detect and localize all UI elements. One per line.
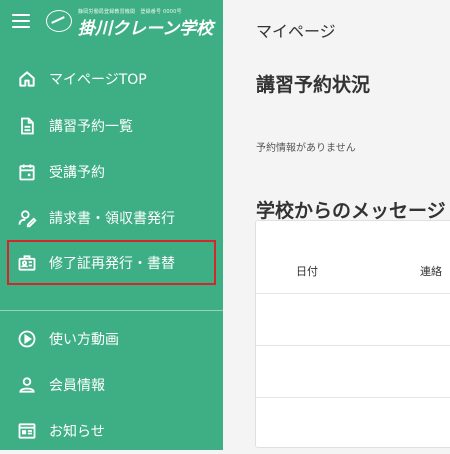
person-edit-icon — [18, 210, 37, 228]
sidebar-item-course-booking[interactable]: 受講予約 — [0, 149, 223, 195]
brand-header: 静岡労働局登録教習機関 登録番号 0000号 掛川クレーン学校 — [0, 0, 223, 46]
news-icon — [18, 423, 36, 439]
sidebar-item-label: 会員情報 — [49, 378, 105, 394]
sidebar-item-reservation-list[interactable]: 講習予約一覧 — [0, 103, 223, 149]
sidebar: 静岡労働局登録教習機関 登録番号 0000号 掛川クレーン学校 マイページTOP… — [0, 0, 223, 450]
sidebar-item-label: お知らせ — [49, 424, 105, 440]
empty-reservation-message: 予約情報がありません — [256, 143, 356, 154]
sidebar-item-label: マイページTOP — [49, 72, 147, 88]
school-logo-icon — [46, 10, 72, 32]
sidebar-item-invoice-receipt[interactable]: 請求書・領収書発行 — [0, 195, 223, 241]
person-icon — [19, 377, 35, 393]
sidebar-item-label: 講習予約一覧 — [49, 119, 133, 135]
main-content: マイページ 講習予約状況 予約情報がありません 学校からのメッセージ 日付 連絡 — [223, 0, 450, 450]
table-divider — [256, 345, 450, 346]
brand-name[interactable]: 掛川クレーン学校 — [78, 14, 213, 39]
column-header-contact: 連絡 — [420, 265, 442, 278]
highlight-box — [7, 240, 216, 285]
document-icon — [21, 117, 34, 135]
menu-icon[interactable] — [12, 14, 30, 28]
calendar-icon — [19, 164, 35, 181]
messages-table: 日付 連絡 — [255, 220, 450, 448]
sidebar-item-news[interactable]: お知らせ — [0, 408, 223, 454]
table-divider — [256, 293, 450, 294]
sidebar-item-member-info[interactable]: 会員情報 — [0, 362, 223, 408]
sidebar-item-label: 使い方動画 — [49, 332, 119, 348]
play-circle-icon — [18, 330, 36, 348]
table-divider — [256, 397, 450, 398]
sidebar-item-mypage-top[interactable]: マイページTOP — [0, 56, 223, 102]
sidebar-divider — [0, 310, 223, 311]
column-header-date: 日付 — [296, 265, 318, 278]
page-title: マイページ — [256, 22, 336, 41]
sidebar-item-label: 受講予約 — [49, 165, 105, 181]
reservation-status-heading: 講習予約状況 — [256, 74, 371, 96]
home-icon — [19, 71, 35, 87]
school-messages-heading: 学校からのメッセージ — [256, 200, 446, 222]
sidebar-item-label: 請求書・領収書発行 — [49, 211, 175, 227]
sidebar-item-howto-video[interactable]: 使い方動画 — [0, 316, 223, 362]
